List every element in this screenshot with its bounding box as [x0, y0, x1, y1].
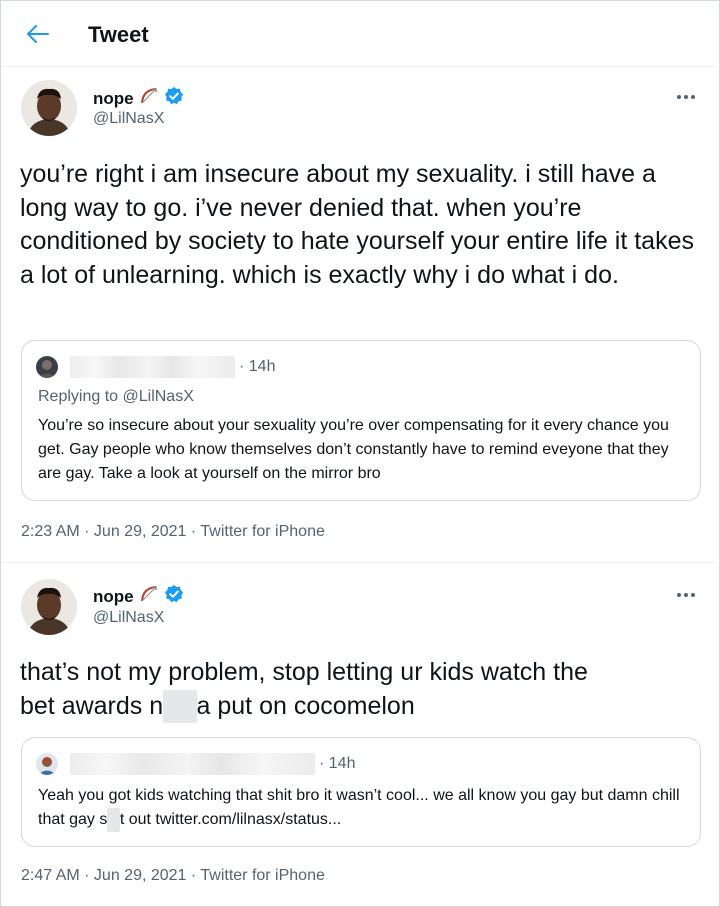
- author-row[interactable]: nope: [93, 584, 184, 609]
- header: Tweet: [1, 1, 720, 67]
- tweet-text-line: bet awards nigga put on cocomelon: [20, 689, 710, 723]
- tweet[interactable]: nope @LilNasX you’re right i am insecure…: [1, 67, 720, 563]
- quoted-time: · 14h: [319, 755, 356, 772]
- censored-word: igg: [163, 689, 197, 723]
- tweet-text-line: that’s not my problem, stop letting ur k…: [20, 658, 588, 686]
- censored-word: hi: [107, 808, 120, 832]
- back-button[interactable]: [23, 19, 53, 49]
- verified-badge-icon: [164, 86, 184, 111]
- author-handle[interactable]: @LilNasX: [93, 609, 164, 627]
- more-dot: [677, 95, 681, 99]
- more-options-button[interactable]: [671, 585, 701, 605]
- author-handle[interactable]: @LilNasX: [93, 110, 164, 128]
- quoted-tweet[interactable]: · 14h Replying to @LilNasX You’re so ins…: [21, 340, 701, 501]
- author-name[interactable]: nope: [93, 587, 134, 607]
- avatar[interactable]: [21, 80, 77, 136]
- quoted-avatar: [36, 753, 58, 775]
- page-title: Tweet: [88, 22, 149, 47]
- more-dot: [677, 593, 681, 597]
- author-row[interactable]: nope: [93, 86, 184, 111]
- quoted-text: Yeah you got kids watching that shit bro…: [38, 784, 688, 832]
- redacted-username: [70, 753, 315, 775]
- tweet-text-part: bet awards n: [20, 691, 164, 720]
- bow-and-arrow-icon: [139, 86, 159, 111]
- more-dot: [684, 95, 688, 99]
- quoted-time: · 14h: [239, 358, 276, 375]
- tweet-timestamp[interactable]: 2:23 AM · Jun 29, 2021 · Twitter for iPh…: [21, 523, 325, 541]
- more-dot: [684, 593, 688, 597]
- tweet[interactable]: nope @LilNasX that’s not my problem, sto…: [1, 563, 720, 907]
- verified-badge-icon: [164, 584, 184, 609]
- quoted-avatar: [36, 356, 58, 378]
- tweet-text: you’re right i am insecure about my sexu…: [20, 160, 694, 289]
- bow-and-arrow-icon: [139, 584, 159, 609]
- redacted-username: [70, 356, 235, 378]
- tweet-text: that’s not my problem, stop letting ur k…: [20, 656, 710, 723]
- tweet-text-part: a put on cocomelon: [196, 691, 415, 720]
- avatar[interactable]: [21, 579, 77, 635]
- tweet-page: Tweet nope @LilNasX you’re right i am in…: [0, 0, 720, 907]
- replying-to: Replying to @LilNasX: [38, 388, 194, 405]
- more-dot: [691, 593, 695, 597]
- quoted-tweet[interactable]: · 14h Yeah you got kids watching that sh…: [21, 737, 701, 847]
- arrow-left-icon: [27, 25, 49, 43]
- more-dot: [691, 95, 695, 99]
- quoted-text: You’re so insecure about your sexuality …: [38, 417, 669, 482]
- author-name[interactable]: nope: [93, 89, 134, 109]
- more-options-button[interactable]: [671, 87, 701, 107]
- quoted-text-part: t out twitter.com/lilnasx/status...: [119, 811, 342, 828]
- tweet-timestamp[interactable]: 2:47 AM · Jun 29, 2021 · Twitter for iPh…: [21, 867, 325, 885]
